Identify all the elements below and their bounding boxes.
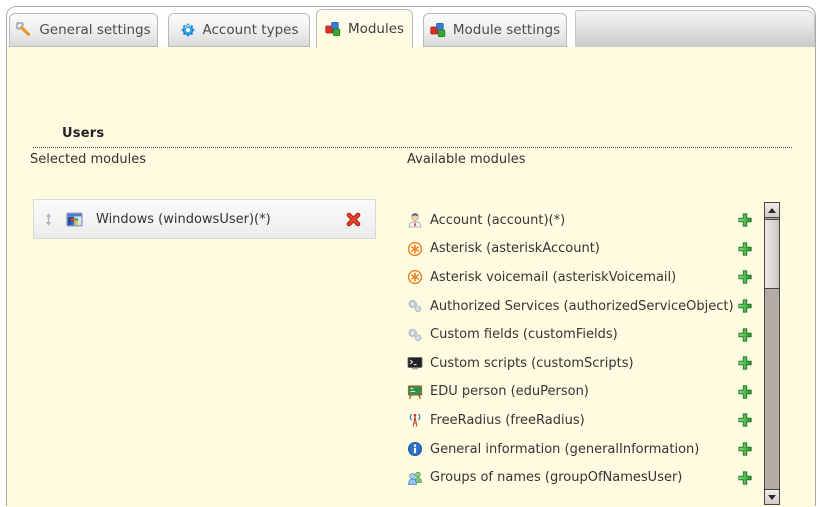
scroll-up-arrow-icon [768, 208, 776, 213]
modules-tab-panel: Users Selected modules Available modules… [7, 47, 815, 507]
antenna-icon [407, 412, 423, 428]
gears-icon [407, 327, 423, 343]
gears-icon [407, 298, 423, 314]
tab-label: Module settings [453, 22, 560, 38]
windows-icon [66, 211, 83, 228]
info-icon [407, 441, 423, 457]
available-module-label: Groups of names (groupOfNamesUser) [430, 470, 737, 485]
available-modules-scrollbar[interactable] [764, 202, 780, 505]
available-module-row: Groups of names (groupOfNamesUser) [407, 463, 753, 492]
available-module-row: EDU person (eduPerson) [407, 378, 753, 407]
account-types-gear-icon [180, 22, 196, 38]
asterisk-icon [407, 241, 423, 257]
tab-general-settings[interactable]: General settings [9, 13, 158, 47]
available-module-row: Custom fields (customFields) [407, 320, 753, 349]
configuration-panel: General settings Account types Modules Modu… [6, 6, 816, 506]
remove-module-button[interactable] [345, 211, 362, 228]
add-module-button[interactable] [737, 241, 753, 257]
modules-blocks-icon [430, 22, 446, 38]
add-module-button[interactable] [737, 355, 753, 371]
add-module-button[interactable] [737, 327, 753, 343]
selected-module-label: Windows (windowsUser)(*) [96, 212, 345, 227]
asterisk-icon [407, 269, 423, 285]
add-module-button[interactable] [737, 212, 753, 228]
tab-bar-filler [575, 10, 815, 47]
scroll-down-arrow-icon [768, 495, 776, 500]
available-module-row: Custom scripts (customScripts) [407, 349, 753, 378]
available-module-row: General information (generalInformation) [407, 435, 753, 464]
available-module-label: Asterisk (asteriskAccount) [430, 241, 737, 256]
tab-modules[interactable]: Modules [316, 9, 413, 48]
users-section-heading: Users [40, 126, 104, 141]
add-module-button[interactable] [737, 470, 753, 486]
available-module-label: EDU person (eduPerson) [430, 384, 737, 399]
add-module-button[interactable] [737, 298, 753, 314]
available-module-label: FreeRadius (freeRadius) [430, 413, 737, 428]
add-module-button[interactable] [737, 441, 753, 457]
tab-label: Modules [348, 21, 404, 37]
available-module-label: Authorized Services (authorizedServiceOb… [430, 299, 737, 314]
wrench-icon [16, 22, 32, 38]
available-module-row: Authorized Services (authorizedServiceOb… [407, 292, 753, 321]
available-module-row: Asterisk voicemail (asteriskVoicemail) [407, 263, 753, 292]
tab-label: Account types [203, 22, 299, 38]
available-module-label: General information (generalInformation) [430, 442, 737, 457]
available-modules-label: Available modules [407, 152, 525, 167]
tab-bar: General settings Account types Modules Modu… [7, 7, 815, 48]
tab-module-settings[interactable]: Module settings [423, 13, 567, 47]
modules-blocks-icon [325, 21, 341, 37]
add-module-button[interactable] [737, 412, 753, 428]
group-icon [407, 470, 423, 486]
section-divider [33, 147, 792, 148]
available-module-row: FreeRadius (freeRadius) [407, 406, 753, 435]
available-module-label: Asterisk voicemail (asteriskVoicemail) [430, 270, 737, 285]
account-icon [407, 212, 423, 228]
scrollbar-thumb[interactable] [765, 219, 779, 289]
add-module-button[interactable] [737, 269, 753, 285]
selected-modules-list: Windows (windowsUser)(*) [33, 199, 376, 245]
drag-handle-icon[interactable] [42, 213, 55, 226]
tab-account-types[interactable]: Account types [168, 13, 310, 47]
tab-label: General settings [39, 22, 150, 38]
available-module-label: Custom scripts (customScripts) [430, 356, 737, 371]
section-title: Users [62, 126, 104, 141]
user-icon [40, 126, 55, 141]
terminal-icon [407, 355, 423, 371]
chalkboard-icon [407, 384, 423, 400]
selected-module-row: Windows (windowsUser)(*) [33, 199, 376, 239]
available-modules-list: Account (account)(*) Asterisk (asteriskAc… [407, 206, 753, 492]
available-module-row: Account (account)(*) [407, 206, 753, 235]
add-module-button[interactable] [737, 384, 753, 400]
available-module-row: Asterisk (asteriskAccount) [407, 235, 753, 264]
available-module-label: Custom fields (customFields) [430, 327, 737, 342]
scroll-down-button[interactable] [765, 489, 779, 504]
available-module-label: Account (account)(*) [430, 213, 737, 228]
scroll-up-button[interactable] [765, 203, 779, 218]
selected-modules-label: Selected modules [30, 152, 146, 167]
